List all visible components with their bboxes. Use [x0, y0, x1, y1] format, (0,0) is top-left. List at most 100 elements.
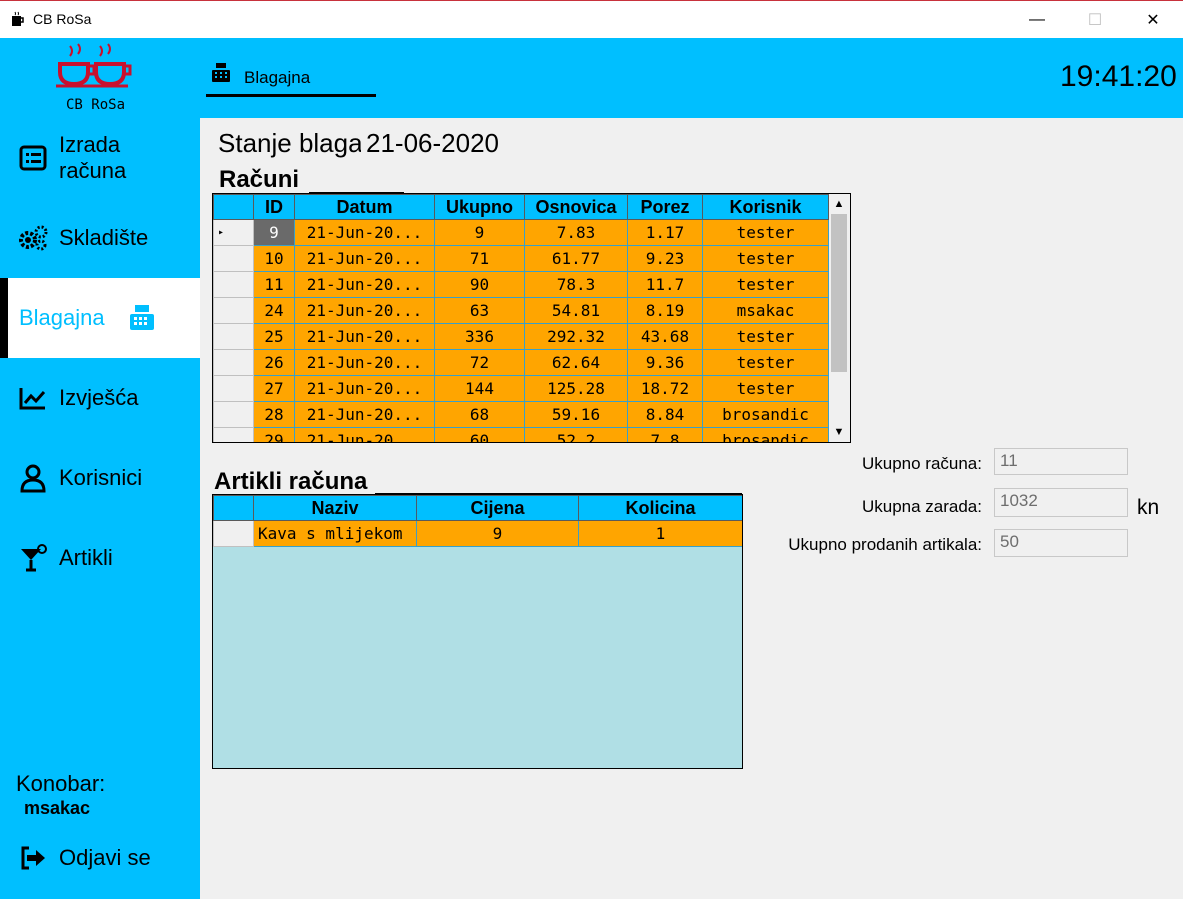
table-cell[interactable]: 144 [434, 375, 525, 402]
table-cell[interactable]: tester [702, 349, 829, 376]
table-cell[interactable]: 62.64 [524, 349, 628, 376]
table-cell[interactable]: tester [702, 219, 829, 246]
column-header[interactable]: Cijena [416, 495, 579, 521]
table-cell[interactable]: 61.77 [524, 245, 628, 272]
table-cell[interactable]: 9 [416, 520, 579, 547]
tab-blagajna[interactable]: Blagajna [206, 60, 376, 97]
table-cell[interactable]: tester [702, 375, 829, 402]
table-row[interactable]: 28 21-Jun-20... 68 59.16 8.84 brosandic [213, 401, 829, 428]
table-cell[interactable]: 60 [434, 427, 525, 442]
column-header[interactable]: Datum [294, 194, 435, 220]
scroll-up-icon[interactable]: ▲ [829, 194, 849, 214]
table-cell[interactable]: 21-Jun-20... [294, 401, 435, 428]
ukupna-zarada-field[interactable]: 1032 [994, 488, 1128, 517]
scrollbar-thumb[interactable] [831, 214, 847, 372]
table-cell[interactable]: 43.68 [627, 323, 703, 350]
table-cell[interactable]: 11 [253, 271, 295, 298]
column-header[interactable]: Kolicina [578, 495, 742, 521]
row-header[interactable] [213, 323, 254, 350]
table-cell[interactable]: tester [702, 271, 829, 298]
sidebar-item-korisnici[interactable]: Korisnici [0, 438, 200, 518]
table-row[interactable]: ▸ 9 21-Jun-20... 9 7.83 1.17 tester [213, 219, 829, 246]
table-cell[interactable]: 21-Jun-20... [294, 245, 435, 272]
row-header[interactable] [213, 427, 254, 442]
table-cell[interactable]: 21-Jun-20... [294, 375, 435, 402]
table-cell[interactable]: 59.16 [524, 401, 628, 428]
table-cell[interactable]: 21-Jun-20... [294, 323, 435, 350]
maximize-button[interactable]: ☐ [1066, 1, 1124, 38]
table-row[interactable]: 10 21-Jun-20... 71 61.77 9.23 tester [213, 245, 829, 272]
row-header[interactable] [213, 297, 254, 324]
column-header[interactable]: Naziv [253, 495, 417, 521]
table-cell[interactable]: 21-Jun-20... [294, 297, 435, 324]
table-row[interactable]: 24 21-Jun-20... 63 54.81 8.19 msakac [213, 297, 829, 324]
scroll-down-icon[interactable]: ▼ [829, 422, 849, 442]
minimize-button[interactable]: — [1008, 1, 1066, 38]
sidebar-item-izvjesca[interactable]: Izvješća [0, 358, 200, 438]
table-row[interactable]: 11 21-Jun-20... 90 78.3 11.7 tester [213, 271, 829, 298]
table-cell[interactable]: 21-Jun-20... [294, 427, 435, 442]
row-header[interactable] [213, 271, 254, 298]
table-cell[interactable]: tester [702, 323, 829, 350]
table-cell[interactable]: 27 [253, 375, 295, 402]
table-cell[interactable]: 336 [434, 323, 525, 350]
table-cell[interactable]: 54.81 [524, 297, 628, 324]
racuni-grid[interactable]: ID Datum Ukupno Osnovica Porez Korisnik … [212, 193, 851, 443]
ukupno-artikala-field[interactable]: 50 [994, 529, 1128, 557]
table-cell[interactable]: 28 [253, 401, 295, 428]
table-cell[interactable]: 78.3 [524, 271, 628, 298]
sidebar-item-blagajna[interactable]: Blagajna [0, 278, 200, 358]
table-cell[interactable]: tester [702, 245, 829, 272]
table-cell[interactable]: 1 [578, 520, 742, 547]
table-cell[interactable]: brosandic [702, 401, 829, 428]
table-cell[interactable]: 25 [253, 323, 295, 350]
racuni-scrollbar[interactable]: ▲ ▼ [829, 194, 849, 442]
table-cell[interactable]: 8.19 [627, 297, 703, 324]
column-header[interactable]: Ukupno [434, 194, 525, 220]
table-row[interactable]: 25 21-Jun-20... 336 292.32 43.68 tester [213, 323, 829, 350]
table-row[interactable]: 26 21-Jun-20... 72 62.64 9.36 tester [213, 349, 829, 376]
table-row[interactable]: 27 21-Jun-20... 144 125.28 18.72 tester [213, 375, 829, 402]
table-row[interactable]: Kava s mlijekom 9 1 [213, 520, 742, 547]
row-header[interactable] [213, 401, 254, 428]
table-cell[interactable]: 9 [434, 219, 525, 246]
row-header[interactable] [213, 375, 254, 402]
logout-button[interactable]: Odjavi se [0, 818, 200, 898]
table-cell[interactable]: 90 [434, 271, 525, 298]
table-cell[interactable]: 68 [434, 401, 525, 428]
sidebar-item-izrada-racuna[interactable]: Izrada računa [0, 118, 200, 198]
table-cell[interactable]: 8.84 [627, 401, 703, 428]
table-cell[interactable]: 18.72 [627, 375, 703, 402]
table-cell[interactable]: 63 [434, 297, 525, 324]
artikli-grid[interactable]: Naziv Cijena Kolicina Kava s mlijekom 9 1 [212, 494, 743, 769]
table-cell[interactable]: msakac [702, 297, 829, 324]
table-cell[interactable]: 7.83 [524, 219, 628, 246]
table-cell[interactable]: 9.36 [627, 349, 703, 376]
table-cell[interactable]: 11.7 [627, 271, 703, 298]
table-cell[interactable]: 1.17 [627, 219, 703, 246]
sidebar-item-artikli[interactable]: Artikli [0, 518, 200, 598]
table-cell[interactable]: 292.32 [524, 323, 628, 350]
table-cell[interactable]: 72 [434, 349, 525, 376]
row-header[interactable] [213, 520, 254, 547]
table-cell[interactable]: 26 [253, 349, 295, 376]
close-button[interactable]: ✕ [1124, 1, 1182, 38]
table-cell[interactable]: 52.2 [524, 427, 628, 442]
table-cell[interactable]: 21-Jun-20... [294, 219, 435, 246]
column-header[interactable]: Porez [627, 194, 703, 220]
table-cell[interactable]: Kava s mlijekom [253, 520, 417, 547]
table-cell[interactable]: 24 [253, 297, 295, 324]
table-cell[interactable]: 21-Jun-20... [294, 349, 435, 376]
table-cell[interactable]: 9 [253, 219, 295, 246]
row-header[interactable]: ▸ [213, 219, 254, 246]
table-cell[interactable]: 71 [434, 245, 525, 272]
column-header[interactable]: Osnovica [524, 194, 628, 220]
row-header[interactable] [213, 349, 254, 376]
row-header[interactable] [213, 245, 254, 272]
table-cell[interactable]: 7.8 [627, 427, 703, 442]
table-cell[interactable]: brosandic [702, 427, 829, 442]
column-header[interactable]: Korisnik [702, 194, 829, 220]
table-row[interactable]: 29 21-Jun-20... 60 52.2 7.8 brosandic [213, 427, 829, 442]
table-cell[interactable]: 29 [253, 427, 295, 442]
table-cell[interactable]: 9.23 [627, 245, 703, 272]
